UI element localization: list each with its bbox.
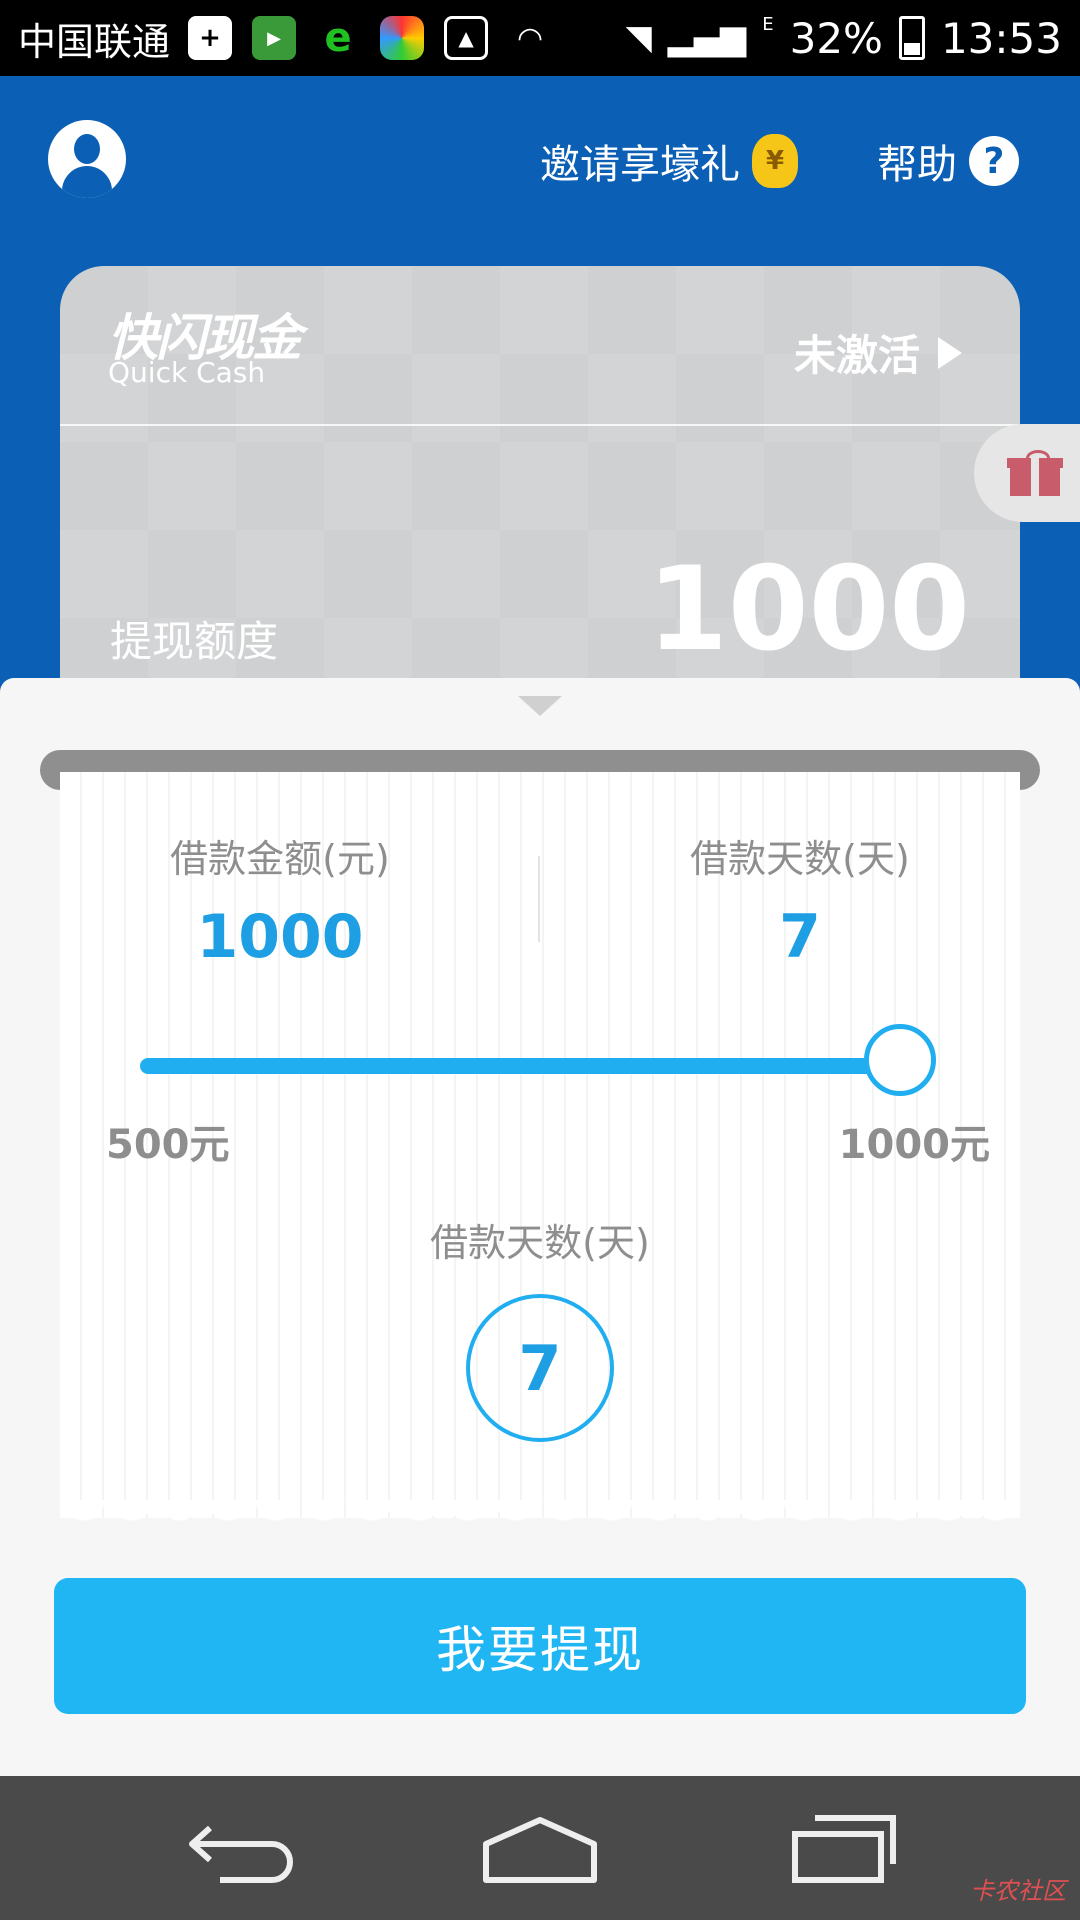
quick-cash-card: 快闪现金 Quick Cash 未激活 提现额度 1000	[60, 266, 1020, 686]
network-type: E	[762, 13, 774, 35]
loan-sheet: 借款金额(元) 1000 借款天数(天) 7 500元 1000元 借款天数(天…	[0, 678, 1080, 1776]
amount-slider-thumb[interactable]	[864, 1024, 936, 1096]
days-section-label: 借款天数(天)	[430, 1221, 650, 1265]
gift-floating-button[interactable]	[974, 424, 1080, 522]
loan-receipt: 借款金额(元) 1000 借款天数(天) 7 500元 1000元 借款天数(天…	[60, 772, 1020, 1536]
money-bag-icon: ¥	[752, 134, 798, 188]
invite-label: 邀请享壕礼	[540, 142, 740, 188]
slider-min-label: 500元	[106, 1122, 230, 1168]
invite-button[interactable]: 邀请享壕礼 ¥	[540, 132, 798, 190]
help-question-icon: ?	[969, 136, 1019, 186]
days-header-label: 借款天数(天)	[690, 837, 910, 881]
browser-e-icon: e	[324, 15, 352, 61]
days-option-7[interactable]: 7	[466, 1294, 614, 1442]
app-store-icon	[380, 16, 425, 60]
status-bar: 中国联通 + ▶ e ▲ ◠ ◥ ▂▄▆ E 32% 13:53	[0, 0, 1080, 76]
clock: 13:53	[940, 13, 1062, 63]
slider-max-label: 1000元	[838, 1122, 990, 1168]
speedometer-icon: ◠	[518, 20, 542, 56]
gift-icon	[1007, 450, 1063, 496]
play-arrow-icon	[938, 336, 962, 369]
back-icon[interactable]	[180, 1810, 300, 1886]
battery-percent: 32%	[789, 13, 883, 63]
activation-status-label: 未激活	[793, 331, 920, 380]
battery-icon	[898, 16, 925, 60]
limit-label: 提现额度	[110, 617, 279, 666]
carrier-name: 中国联通	[18, 19, 171, 64]
amount-label: 借款金额(元)	[170, 837, 390, 881]
signal-icon: ▂▄▆	[667, 18, 747, 58]
amount-value: 1000	[196, 902, 364, 972]
collapse-arrow-icon[interactable]	[518, 696, 562, 716]
gallery-icon: ▲	[444, 16, 489, 60]
help-button[interactable]: 帮助 ?	[877, 132, 1019, 190]
column-divider	[538, 856, 540, 942]
notification-icons: + ▶ e ▲ ◠	[188, 15, 552, 61]
user-avatar-icon[interactable]	[48, 120, 126, 198]
wifi-icon: ◥	[625, 18, 652, 58]
limit-value: 1000	[647, 542, 970, 677]
add-app-icon: +	[188, 16, 233, 60]
card-divider	[60, 424, 1020, 426]
home-icon[interactable]	[480, 1810, 600, 1886]
watermark-logo: 卡农社区	[970, 1877, 1066, 1905]
amount-slider-track[interactable]	[140, 1058, 900, 1074]
receipt-scalloped-edge	[60, 1500, 1020, 1536]
video-app-icon: ▶	[252, 16, 297, 60]
navigation-bar: 卡农社区	[0, 1776, 1080, 1920]
brand-logo-en: Quick Cash	[108, 356, 266, 389]
help-label: 帮助	[877, 142, 957, 188]
recent-apps-icon[interactable]	[785, 1810, 905, 1886]
activation-status-button[interactable]: 未激活	[794, 322, 962, 383]
days-header-value: 7	[779, 902, 821, 972]
app-header: 邀请享壕礼 ¥ 帮助 ?	[0, 76, 1080, 246]
status-right: ◥ ▂▄▆ E 32% 13:53	[626, 14, 1062, 63]
withdraw-button[interactable]: 我要提现	[54, 1578, 1026, 1714]
